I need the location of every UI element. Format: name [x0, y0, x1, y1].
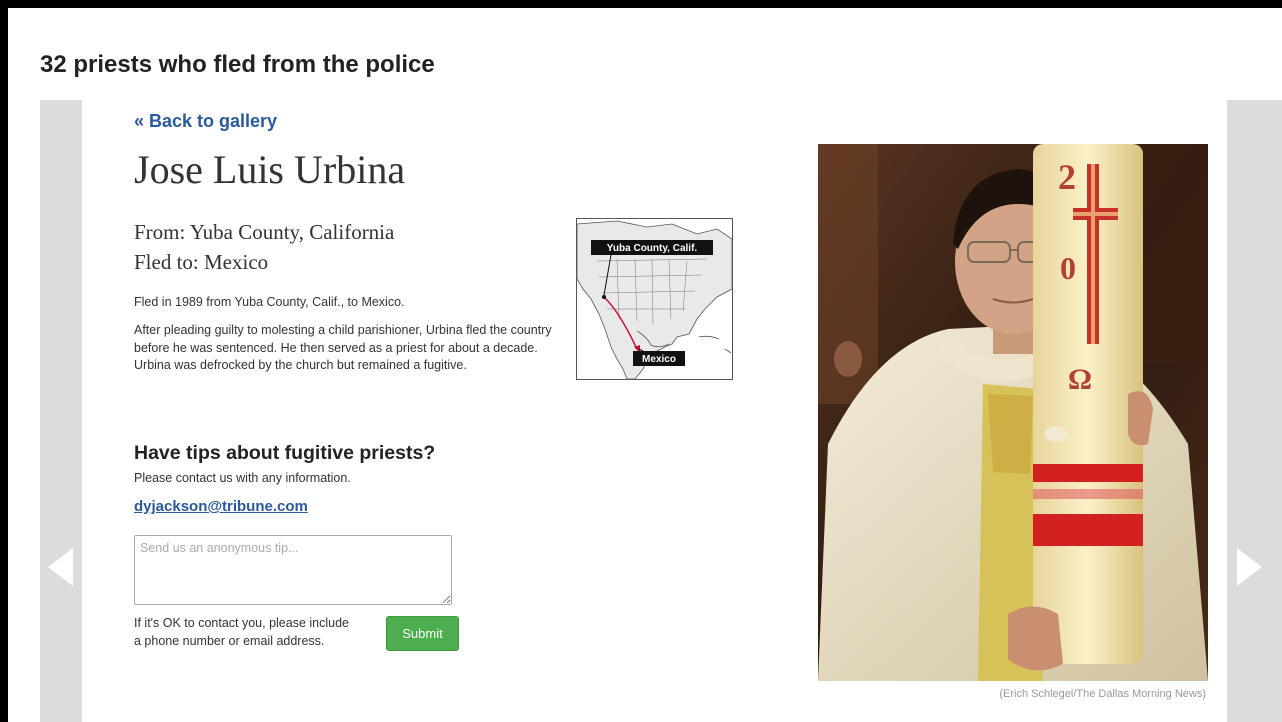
next-button[interactable]	[1227, 100, 1282, 722]
priest-photo: 2 0 Ω	[818, 144, 1208, 681]
svg-text:Ω: Ω	[1068, 363, 1092, 396]
chevron-left-icon	[48, 548, 73, 586]
priest-description: After pleading guilty to molesting a chi…	[134, 323, 552, 372]
north-america-map: Yuba County, Calif. Mexico	[576, 219, 733, 380]
svg-text:2: 2	[1058, 157, 1076, 197]
map-origin-label: Yuba County, Calif.	[607, 243, 698, 254]
slide-content: « Back to gallery Jose Luis Urbina From:…	[82, 100, 1227, 722]
chevron-right-icon	[1237, 548, 1262, 586]
tips-subtitle: Please contact us with any information.	[134, 471, 351, 485]
contact-email-link[interactable]: dyjackson@tribune.com	[134, 498, 308, 515]
priest-summary: Fled in 1989 from Yuba County, Calif., t…	[134, 295, 405, 309]
svg-text:0: 0	[1060, 250, 1076, 286]
priest-fled-to: Fled to: Mexico	[134, 250, 269, 274]
gallery-stage: « Back to gallery Jose Luis Urbina From:…	[40, 100, 1282, 722]
contact-note: If it's OK to contact you, please includ…	[134, 616, 350, 648]
priest-photo-image: 2 0 Ω	[818, 144, 1208, 681]
photo-credit: (Erich Schlegel/The Dallas Morning News)	[999, 688, 1206, 700]
map-destination-label: Mexico	[642, 354, 676, 365]
tips-heading: Have tips about fugitive priests?	[134, 442, 436, 464]
previous-button[interactable]	[40, 100, 82, 722]
page-frame: 32 priests who fled from the police « Ba…	[8, 8, 1282, 722]
submit-button[interactable]: Submit	[386, 616, 459, 651]
priest-from: From: Yuba County, California	[134, 220, 395, 244]
anonymous-tip-input[interactable]	[134, 535, 452, 605]
location-map: Yuba County, Calif. Mexico	[576, 218, 733, 380]
gallery-title: 32 priests who fled from the police	[40, 51, 435, 78]
priest-name: Jose Luis Urbina	[134, 147, 406, 192]
back-to-gallery-link[interactable]: « Back to gallery	[134, 111, 277, 132]
